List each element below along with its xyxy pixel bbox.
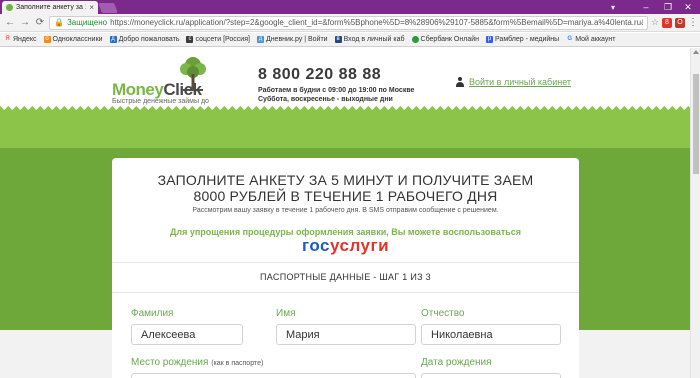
bookmark-odnoklassniki[interactable]: о Одноклассники: [43, 36, 103, 43]
page-icon: д: [109, 36, 117, 43]
birthplace-label-text: Место рождения: [131, 357, 209, 368]
bookmark-label: Вход в личный каб: [343, 36, 405, 43]
minimize-button[interactable]: –: [636, 0, 656, 14]
name-label: Имя: [276, 308, 296, 319]
bookmark-label: Рамблер - медийны: [495, 36, 560, 43]
moneyclick-favicon-icon: [6, 4, 13, 11]
yandex-icon: Я: [5, 36, 10, 42]
bookmark-label: Сбербанк Онлайн: [420, 36, 479, 43]
sberbank-icon: [411, 36, 419, 43]
bookmark-google-account[interactable]: G Мой аккаунт: [566, 36, 615, 43]
login-link[interactable]: Войти в личный кабинет: [469, 77, 571, 87]
close-window-button[interactable]: ✕: [678, 0, 698, 14]
bookmark-rambler[interactable]: р Рамблер - медийны: [486, 36, 559, 43]
page-scrollbar[interactable]: [690, 48, 700, 378]
back-button[interactable]: ←: [4, 17, 16, 29]
birthplace-hint: (как в паспорте): [211, 360, 264, 367]
bookmark-cabinet[interactable]: в Вход в личный каб: [334, 36, 405, 43]
forward-button[interactable]: →: [19, 17, 31, 29]
bookmark-welcome[interactable]: д Добро пожаловать: [109, 36, 180, 43]
green-band: [0, 110, 690, 150]
tab-strip: Заполните анкету за 10 × ▾ – ❐ ✕: [0, 0, 700, 14]
dnevnik-icon: д: [256, 36, 264, 43]
bookmark-dnevnik[interactable]: д Дневник.ру | Войти: [256, 36, 328, 43]
extension-badge-icon[interactable]: 8: [662, 17, 672, 28]
bookmark-star-icon[interactable]: ☆: [651, 17, 659, 28]
bookmark-sberbank[interactable]: Сбербанк Онлайн: [411, 36, 479, 43]
bookmark-label: Одноклассники: [52, 36, 103, 43]
tab-title: Заполните анкету за 10: [16, 4, 87, 11]
bookmark-label: Добро пожаловать: [118, 36, 180, 43]
step-title: ПАСПОРТНЫЕ ДАННЫЕ - ШАГ 1 ИЗ 3: [260, 272, 431, 282]
bookmark-label: Яндекс: [13, 36, 37, 43]
bookmark-label: соцсети [Россия]: [195, 36, 250, 43]
bookmarks-bar: Я Яндекс о Одноклассники д Добро пожаловать…: [0, 33, 700, 47]
secure-label: Защищено: [66, 18, 108, 27]
gosuslugi-button[interactable]: госуслуги: [112, 236, 579, 256]
bookmark-socials[interactable]: с соцсети [Россия]: [186, 36, 250, 43]
hours-weekend: Суббота, воскресенье - выходные дни: [258, 96, 393, 103]
surname-input[interactable]: [131, 324, 243, 345]
divider-bottom: [112, 292, 579, 293]
birthdate-label: Дата рождения: [421, 357, 492, 368]
odnoklassniki-icon: о: [43, 36, 51, 43]
patronymic-label: Отчество: [421, 308, 465, 319]
name-input[interactable]: [276, 324, 416, 345]
surname-label: Фамилия: [131, 308, 174, 319]
user-icon: [456, 77, 464, 87]
bookmark-label: Мой аккаунт: [575, 36, 616, 43]
birthdate-input[interactable]: [421, 373, 561, 378]
band-zigzag: [0, 106, 690, 114]
title-line-1: ЗАПОЛНИТЕ АНКЕТУ ЗА 5 МИНУТ И ПОЛУЧИТЕ З…: [157, 172, 534, 188]
tab-active[interactable]: Заполните анкету за 10 ×: [2, 1, 98, 14]
maximize-button[interactable]: ❐: [658, 0, 678, 14]
reload-button[interactable]: ⟳: [34, 17, 46, 29]
divider-top: [112, 262, 579, 263]
page-viewport: MoneyClick Быстрые денежные займы до зар…: [0, 48, 690, 378]
birthplace-input[interactable]: [131, 373, 416, 378]
patronymic-input[interactable]: [421, 324, 561, 345]
gosuslugi-logo-gos: гос: [301, 236, 330, 255]
google-icon: G: [567, 36, 573, 42]
scrollbar-thumb[interactable]: [693, 74, 699, 174]
review-subtitle: Рассмотрим вашу заявку в течение 1 рабоч…: [192, 207, 499, 214]
page-title: ЗАПОЛНИТЕ АНКЕТУ ЗА 5 МИНУТ И ПОЛУЧИТЕ З…: [112, 172, 579, 204]
gosuslugi-icon: в: [334, 36, 342, 43]
tab-close-icon[interactable]: ×: [89, 3, 94, 12]
working-hours: Работаем в будни с 09:00 до 19:00 по Мос…: [258, 86, 428, 104]
address-bar[interactable]: 🔒 Защищено https://moneyclick.ru/applica…: [49, 15, 648, 30]
login-link-group[interactable]: Войти в личный кабинет: [456, 77, 571, 87]
hours-weekdays: Работаем в будни с 09:00 до 19:00 по Мос…: [258, 87, 415, 94]
opera-extension-icon[interactable]: O: [675, 17, 685, 28]
browser-menu-icon[interactable]: ⋮: [688, 17, 698, 28]
bookmark-label: Дневник.ру | Войти: [265, 36, 328, 43]
application-card: ЗАПОЛНИТЕ АНКЕТУ ЗА 5 МИНУТ И ПОЛУЧИТЕ З…: [112, 158, 579, 378]
title-line-2: 8000 РУБЛЕЙ В ТЕЧЕНИЕ 1 РАБОЧЕГО ДНЯ: [193, 188, 498, 204]
grid-icon: с: [186, 36, 194, 43]
birthplace-label: Место рождения (как в паспорте): [131, 357, 263, 368]
profile-icon[interactable]: ▾: [606, 0, 620, 14]
phone-number[interactable]: 8 800 220 88 88: [258, 66, 381, 84]
new-tab-button[interactable]: [98, 3, 118, 13]
rambler-icon: р: [486, 36, 493, 43]
gosuslugi-logo-uslugi: услуги: [329, 236, 390, 255]
scroll-up-icon[interactable]: [693, 50, 699, 54]
url-text[interactable]: https://moneyclick.ru/application/?step=…: [110, 18, 643, 27]
bookmark-yandex[interactable]: Я Яндекс: [4, 36, 37, 43]
browser-toolbar: ← → ⟳ 🔒 Защищено https://moneyclick.ru/a…: [0, 14, 700, 32]
lock-icon: 🔒: [54, 18, 64, 27]
